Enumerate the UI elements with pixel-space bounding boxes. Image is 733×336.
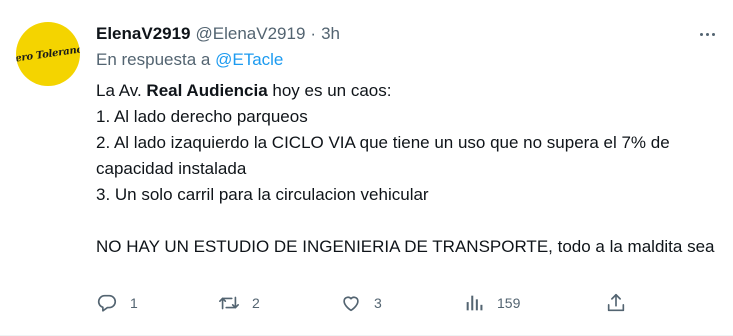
reply-count: 1 [130,295,138,311]
tweet-line-4: 3. Un solo carril para la circulacion ve… [96,185,429,204]
display-name[interactable]: ElenaV2919 [96,24,191,44]
retweet-count: 2 [252,295,260,311]
retweet-button[interactable]: 2 [218,290,260,316]
reply-mention-link[interactable]: @ETacle [215,50,283,69]
analytics-icon [466,295,483,311]
views-button[interactable]: 159 [463,290,520,316]
tweet-line-2: 1. Al lado derecho parqueos [96,107,308,126]
tweet-text: La Av. Real Audiencia hoy es un caos: 1.… [96,78,716,260]
user-handle[interactable]: @ElenaV2919 [196,24,306,44]
reply-button[interactable]: 1 [96,290,138,316]
tweet-card[interactable]: Zero Tolerance ElenaV2919 @ElenaV2919 · … [0,0,733,336]
separator-dot: · [310,24,317,43]
avatar-logo-text: Zero Tolerance [16,42,80,66]
share-icon [607,293,625,312]
more-options-icon[interactable] [695,22,719,46]
avatar[interactable]: Zero Tolerance [16,22,80,86]
tweet-line-3: 2. Al lado izaquierdo la CICLO VIA que t… [96,133,675,178]
like-count: 3 [374,295,382,311]
reply-icon [97,294,117,312]
tweet-line-5: NO HAY UN ESTUDIO DE INGENIERIA DE TRANS… [96,237,715,256]
heart-icon [343,296,359,312]
like-button[interactable]: 3 [340,290,382,316]
retweet-icon [219,296,239,310]
reply-prefix: En respuesta a [96,50,211,69]
views-count: 159 [497,295,521,311]
bold-street-name: Real Audiencia [146,81,268,100]
tweet-line-1: La Av. Real Audiencia hoy es un caos: [96,81,392,100]
share-button[interactable] [605,290,627,316]
tweet-actions-bar: 1 2 3 159 [90,290,650,316]
paragraph-break [96,208,716,234]
tweet-header: ElenaV2919 @ElenaV2919 · 3h [96,22,340,46]
tweet-timestamp[interactable]: 3h [321,24,340,44]
reply-context: En respuesta a @ETacle [96,50,283,70]
